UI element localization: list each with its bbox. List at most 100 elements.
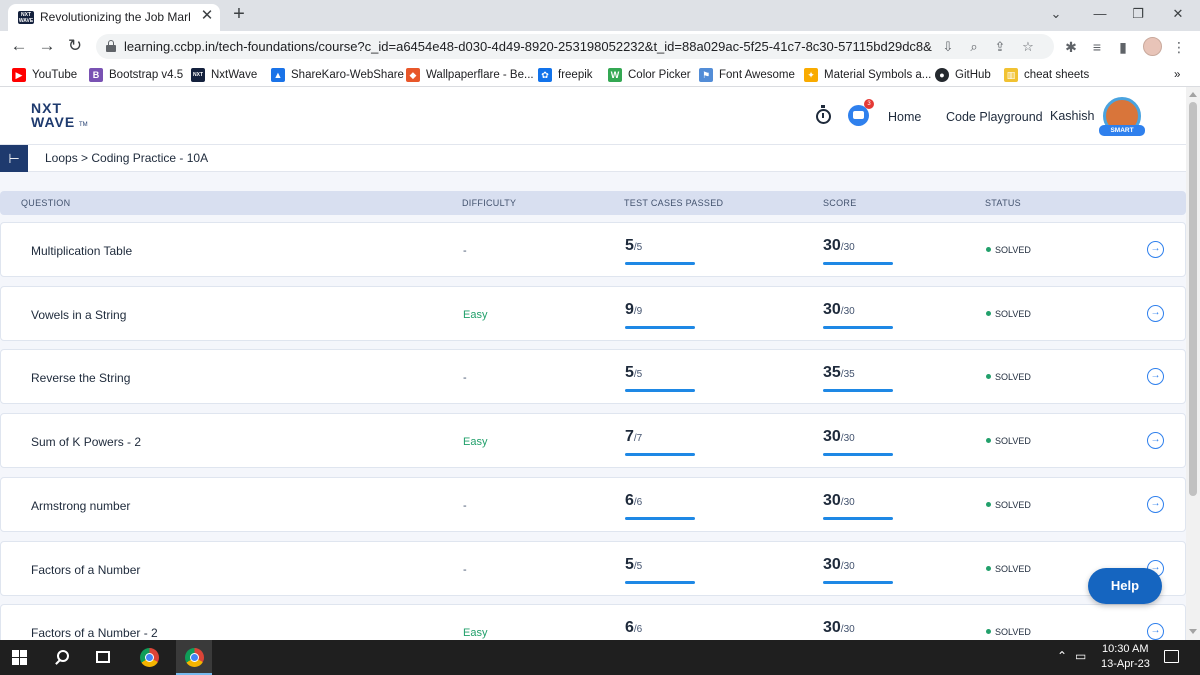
question-name[interactable]: Armstrong number bbox=[31, 499, 130, 513]
tests-progress-fill bbox=[625, 580, 695, 584]
arrow-right-circle-icon[interactable]: → bbox=[1147, 304, 1164, 322]
bookmark-bootstrap[interactable]: B Bootstrap v4.5 bbox=[89, 66, 183, 83]
bookmark-label: freepik bbox=[558, 68, 593, 81]
bookmark-font-awesome[interactable]: ⚑ Font Awesome bbox=[699, 66, 795, 83]
site-header: NXT WAVE TM 3 Home Code Playground Kashi… bbox=[0, 87, 1186, 145]
arrow-right-circle-icon[interactable]: → bbox=[1147, 623, 1164, 640]
extensions-puzzle-icon[interactable]: ✱ bbox=[1060, 36, 1082, 58]
sidebar-toggle-icon[interactable]: ⊢ bbox=[0, 145, 28, 172]
nxtwave-logo[interactable]: NXT WAVE TM bbox=[31, 100, 101, 130]
arrow-right-circle-icon[interactable]: → bbox=[1147, 432, 1164, 450]
back-arrow-icon[interactable]: ← bbox=[8, 35, 30, 57]
bookmark-nxtwave[interactable]: NXT NxtWave bbox=[191, 66, 257, 83]
column-header-question: QUESTION bbox=[21, 198, 71, 208]
question-name[interactable]: Factors of a Number bbox=[31, 563, 140, 577]
chrome-taskbar-icon[interactable] bbox=[140, 648, 159, 667]
browser-tab-active[interactable]: NXT WAVE Revolutionizing the Job Market … bbox=[8, 4, 220, 31]
tab-search-chevron-icon[interactable]: ⌄ bbox=[1036, 0, 1076, 28]
side-panel-icon[interactable]: ▮ bbox=[1112, 36, 1134, 58]
bookmark-github[interactable]: ● GitHub bbox=[935, 66, 991, 83]
bookmark-color-picker[interactable]: W Color Picker bbox=[608, 66, 691, 83]
url-omnibox[interactable]: learning.ccbp.in/tech-foundations/course… bbox=[96, 34, 1054, 59]
arrow-right-circle-icon[interactable]: → bbox=[1147, 368, 1164, 386]
table-row[interactable]: Armstrong number - 6/6 30/30 SOLVED → bbox=[0, 476, 1186, 532]
task-view-icon[interactable] bbox=[96, 651, 110, 663]
table-row[interactable]: Factors of a Number -5/5 30/30 SOLVED → bbox=[0, 540, 1186, 596]
question-name[interactable]: Reverse the String bbox=[31, 371, 130, 385]
status-badge: SOLVED bbox=[986, 372, 1031, 382]
zoom-icon[interactable]: ⌕ bbox=[964, 37, 984, 57]
column-header-score: SCORE bbox=[823, 198, 857, 208]
url-text[interactable]: learning.ccbp.in/tech-foundations/course… bbox=[124, 39, 932, 54]
test-cases-metric: 5/5 bbox=[625, 237, 695, 265]
table-row[interactable]: Factors of a Number - 2 Easy 6/6 30/30 SOLVE… bbox=[0, 604, 1186, 640]
bookmark-material-symbols[interactable]: ✦ Material Symbols a... bbox=[804, 66, 931, 83]
score-metric: 30/30 bbox=[823, 237, 893, 265]
table-row[interactable]: Vowels in a String Easy 9/9 30/30 SOLVED → bbox=[0, 285, 1186, 341]
nav-code-playground-link[interactable]: Code Playground bbox=[946, 110, 1043, 124]
taskbar-search-icon[interactable] bbox=[57, 650, 69, 662]
bookmark-label: Bootstrap v4.5 bbox=[109, 68, 184, 81]
help-button[interactable]: Help bbox=[1088, 568, 1162, 604]
profile-avatar[interactable] bbox=[1143, 37, 1162, 56]
user-name[interactable]: Kashish bbox=[1050, 109, 1094, 123]
bookmark-youtube[interactable]: ▶ YouTube bbox=[12, 66, 77, 83]
more-bookmarks-icon[interactable]: » bbox=[1174, 66, 1180, 83]
status-label: SOLVED bbox=[995, 372, 1031, 383]
bookmark-star-icon[interactable]: ☆ bbox=[1018, 37, 1038, 57]
tab-close-icon[interactable]: ✕ bbox=[198, 7, 216, 25]
test-cases-metric: 5/5 bbox=[625, 556, 695, 584]
forward-arrow-icon[interactable]: → bbox=[36, 35, 58, 57]
table-row[interactable]: Reverse the String - 5/5 35/35 SOLVED → bbox=[0, 349, 1186, 405]
column-header-test-cases: TEST CASES PASSED bbox=[624, 198, 724, 208]
nav-home-link[interactable]: Home bbox=[888, 110, 921, 124]
score-progress-fill bbox=[823, 325, 893, 329]
share-icon[interactable]: ⇪ bbox=[990, 37, 1010, 57]
score-total-value: /30 bbox=[840, 624, 855, 636]
reload-icon[interactable]: ↻ bbox=[64, 35, 86, 57]
arrow-right-circle-icon[interactable]: → bbox=[1147, 495, 1164, 513]
tab-title: Revolutionizing the Job Market | bbox=[40, 10, 190, 24]
chrome-menu-icon[interactable]: ⋮ bbox=[1168, 36, 1190, 58]
table-row[interactable]: Sum of K Powers - 2 Easy 7/7 30/30 SOLVED → bbox=[0, 413, 1186, 469]
lock-icon[interactable] bbox=[106, 40, 116, 52]
new-tab-icon[interactable]: + bbox=[228, 3, 250, 25]
bookmark-cheat-sheets[interactable]: ▥ cheat sheets bbox=[1004, 66, 1089, 83]
windows-start-icon[interactable] bbox=[12, 650, 28, 666]
chrome-profile-taskbar-icon[interactable] bbox=[185, 648, 204, 667]
bookmark-sharekaro[interactable]: ▲ ShareKaro-WebShare bbox=[271, 66, 404, 83]
tests-progress-bar bbox=[625, 516, 695, 520]
scroll-thumb[interactable] bbox=[1189, 102, 1197, 496]
status-label: SOLVED bbox=[995, 499, 1031, 510]
bookmark-freepik[interactable]: ✿ freepik bbox=[538, 66, 593, 83]
score-progress-bar bbox=[823, 580, 893, 584]
question-name[interactable]: Factors of a Number - 2 bbox=[31, 626, 158, 640]
sharekaro-icon: ▲ bbox=[271, 67, 285, 82]
minimize-icon[interactable]: — bbox=[1080, 0, 1120, 28]
breadcrumb[interactable]: Loops > Coding Practice - 10A bbox=[45, 151, 208, 165]
stopwatch-icon[interactable] bbox=[816, 105, 831, 124]
scroll-down-arrow-icon[interactable] bbox=[1189, 629, 1197, 634]
arrow-right-circle-icon[interactable]: → bbox=[1147, 241, 1164, 258]
scroll-up-arrow-icon[interactable] bbox=[1189, 92, 1197, 97]
tray-chevron-icon[interactable]: ⌃ bbox=[1057, 649, 1067, 663]
install-app-icon[interactable]: ⇩ bbox=[938, 37, 958, 57]
reading-list-icon[interactable]: ≡ bbox=[1086, 36, 1108, 58]
window-close-icon[interactable]: ✕ bbox=[1158, 0, 1198, 28]
network-icon[interactable]: ▭ bbox=[1075, 649, 1086, 663]
question-name[interactable]: Multiplication Table bbox=[31, 244, 132, 258]
column-header-status: STATUS bbox=[985, 198, 1021, 208]
page-scrollbar[interactable] bbox=[1186, 87, 1200, 640]
clock-time[interactable]: 10:30 AM bbox=[1102, 643, 1148, 655]
freepik-icon: ✿ bbox=[538, 67, 552, 82]
status-label: SOLVED bbox=[995, 436, 1031, 447]
question-name[interactable]: Sum of K Powers - 2 bbox=[31, 435, 141, 449]
score-progress-fill bbox=[823, 453, 893, 457]
question-name[interactable]: Vowels in a String bbox=[31, 308, 126, 322]
bookmark-wallpaperflare[interactable]: ◆ Wallpaperflare - Be... bbox=[406, 66, 534, 83]
bookmarks-bar: ▶ YouTube B Bootstrap v4.5 NXT NxtWave ▲ Sha… bbox=[0, 62, 1200, 87]
restore-icon[interactable]: ❐ bbox=[1118, 0, 1158, 28]
notifications-icon[interactable] bbox=[1164, 650, 1179, 663]
clock-date[interactable]: 13-Apr-23 bbox=[1101, 658, 1150, 670]
table-row[interactable]: Multiplication Table - 5/5 30/30 SOLVED → bbox=[0, 222, 1186, 277]
